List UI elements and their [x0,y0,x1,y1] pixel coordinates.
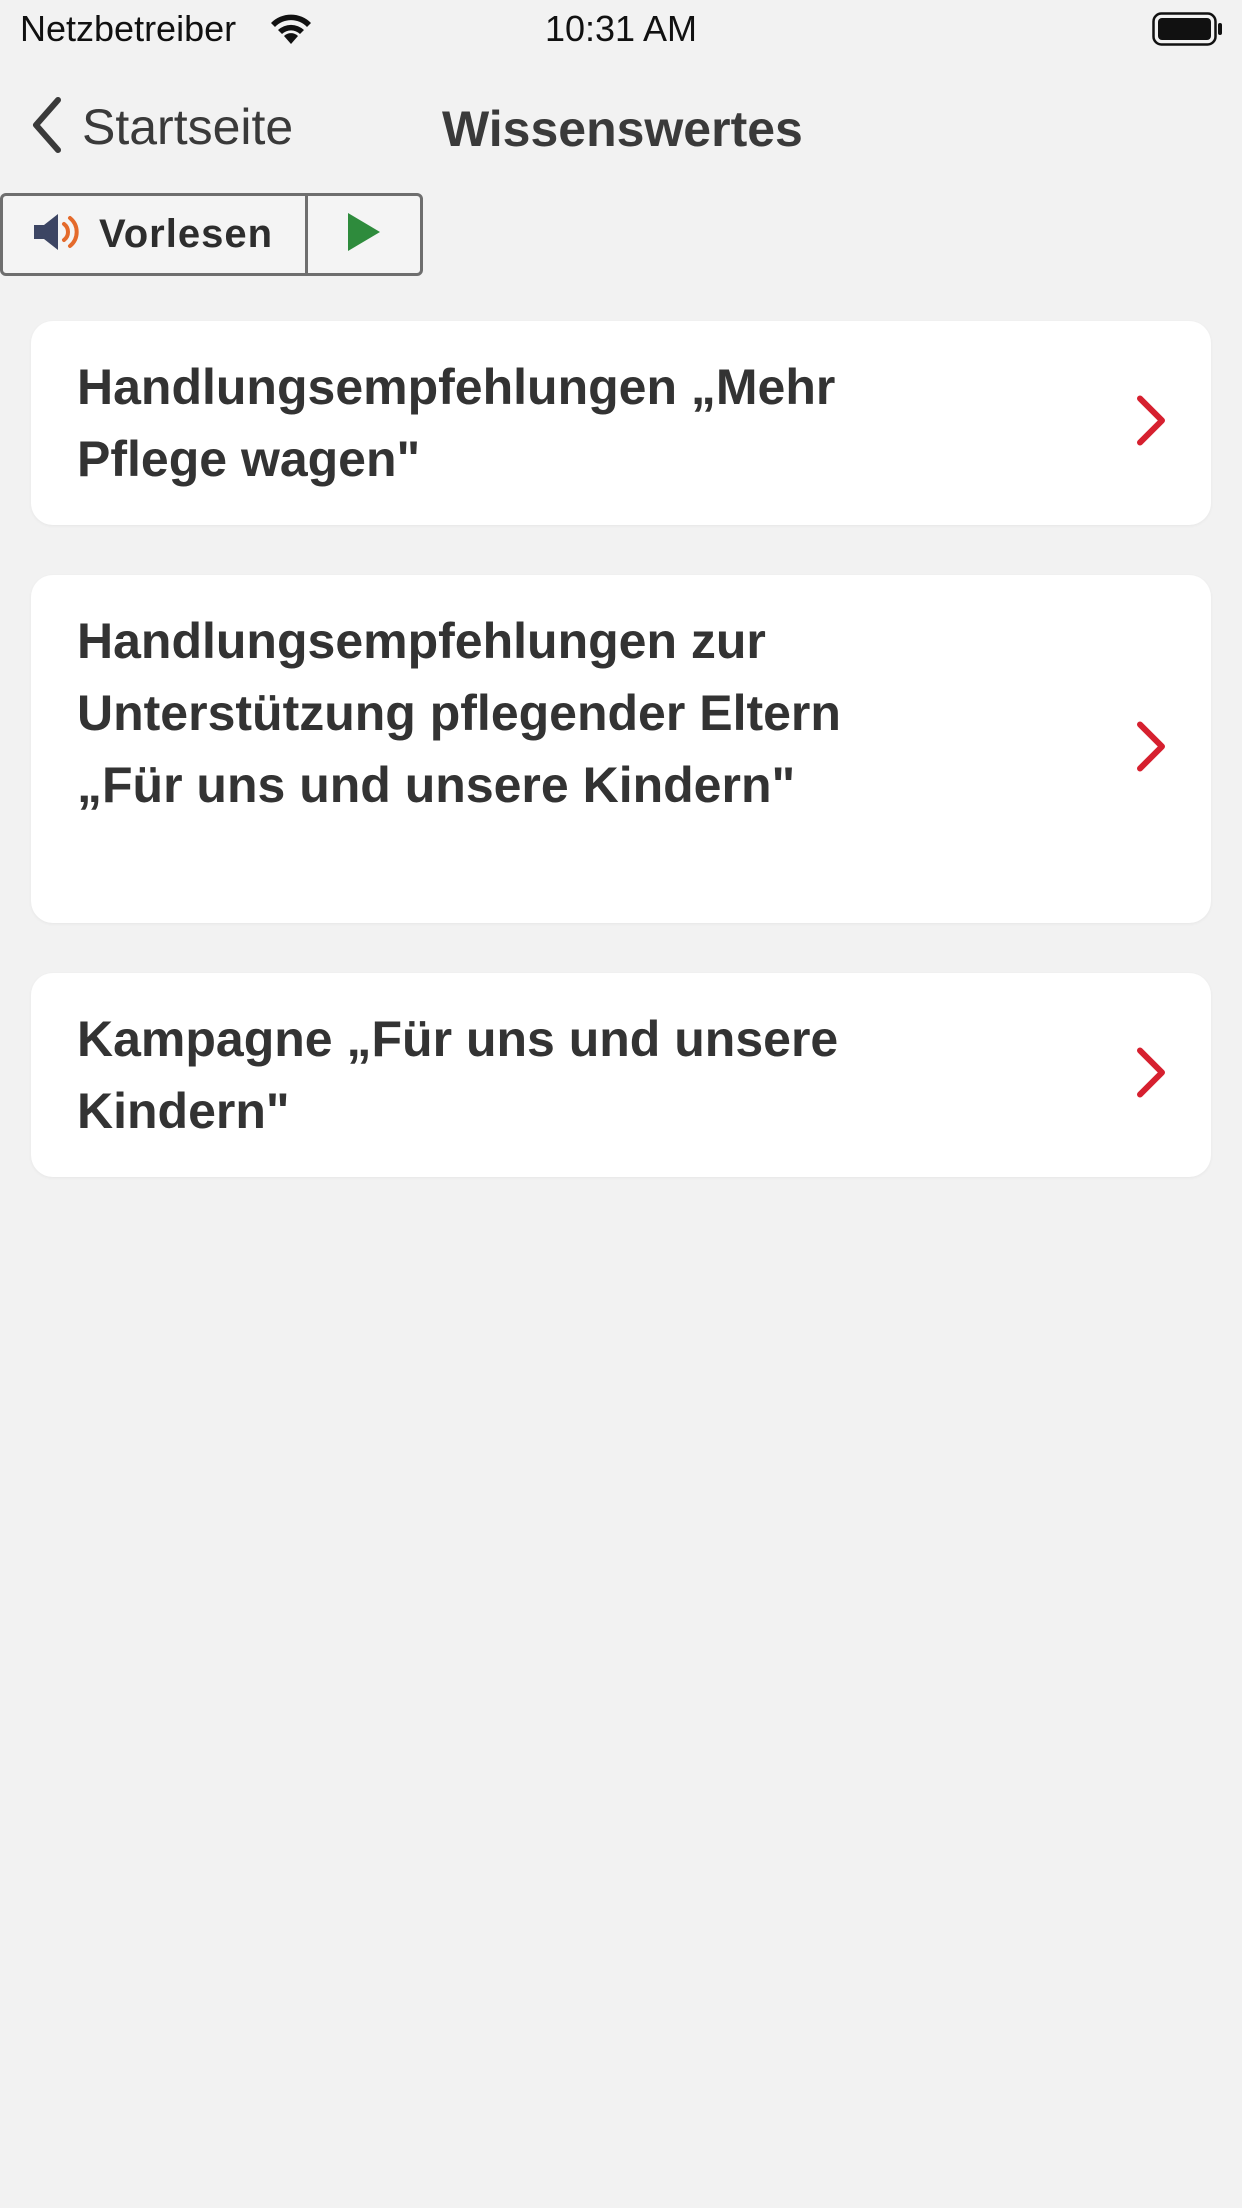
page-title: Wissenswertes [442,101,803,157]
chevron-right-icon [1135,1047,1167,1104]
play-button[interactable] [308,196,420,273]
back-button[interactable]: Startseite [30,92,293,162]
read-aloud-button[interactable]: Vorlesen [3,196,308,273]
list-item-label: Kampagne „Für uns und unsere Kindern" [77,1011,839,1139]
list-item-kampagne[interactable]: Kampagne „Für uns und unsere Kindern" [31,973,1211,1177]
play-icon [346,211,382,258]
list-item-label: Handlungsempfehlungen zur Unterstützung … [77,613,841,813]
list-item-label: Handlungsempfehlungen „Mehr Pflege wagen… [77,359,836,487]
info-list: Handlungsempfehlungen „Mehr Pflege wagen… [31,321,1211,1227]
battery-icon [1152,12,1224,51]
chevron-left-icon [30,96,64,159]
status-bar: Netzbetreiber 10:31 AM [0,0,1242,62]
navigation-bar: Startseite Wissenswertes [0,80,1242,170]
read-aloud-label: Vorlesen [99,212,273,256]
list-item-unterstuetzung-pflegender-eltern[interactable]: Handlungsempfehlungen zur Unterstützung … [31,575,1211,923]
clock: 10:31 AM [544,8,698,49]
list-item-mehr-pflege-wagen[interactable]: Handlungsempfehlungen „Mehr Pflege wagen… [31,321,1211,525]
chevron-right-icon [1135,721,1167,778]
speaker-icon [31,210,85,259]
back-button-label: Startseite [82,99,294,155]
chevron-right-icon [1135,395,1167,452]
read-aloud-toolbar: Vorlesen [0,193,423,276]
